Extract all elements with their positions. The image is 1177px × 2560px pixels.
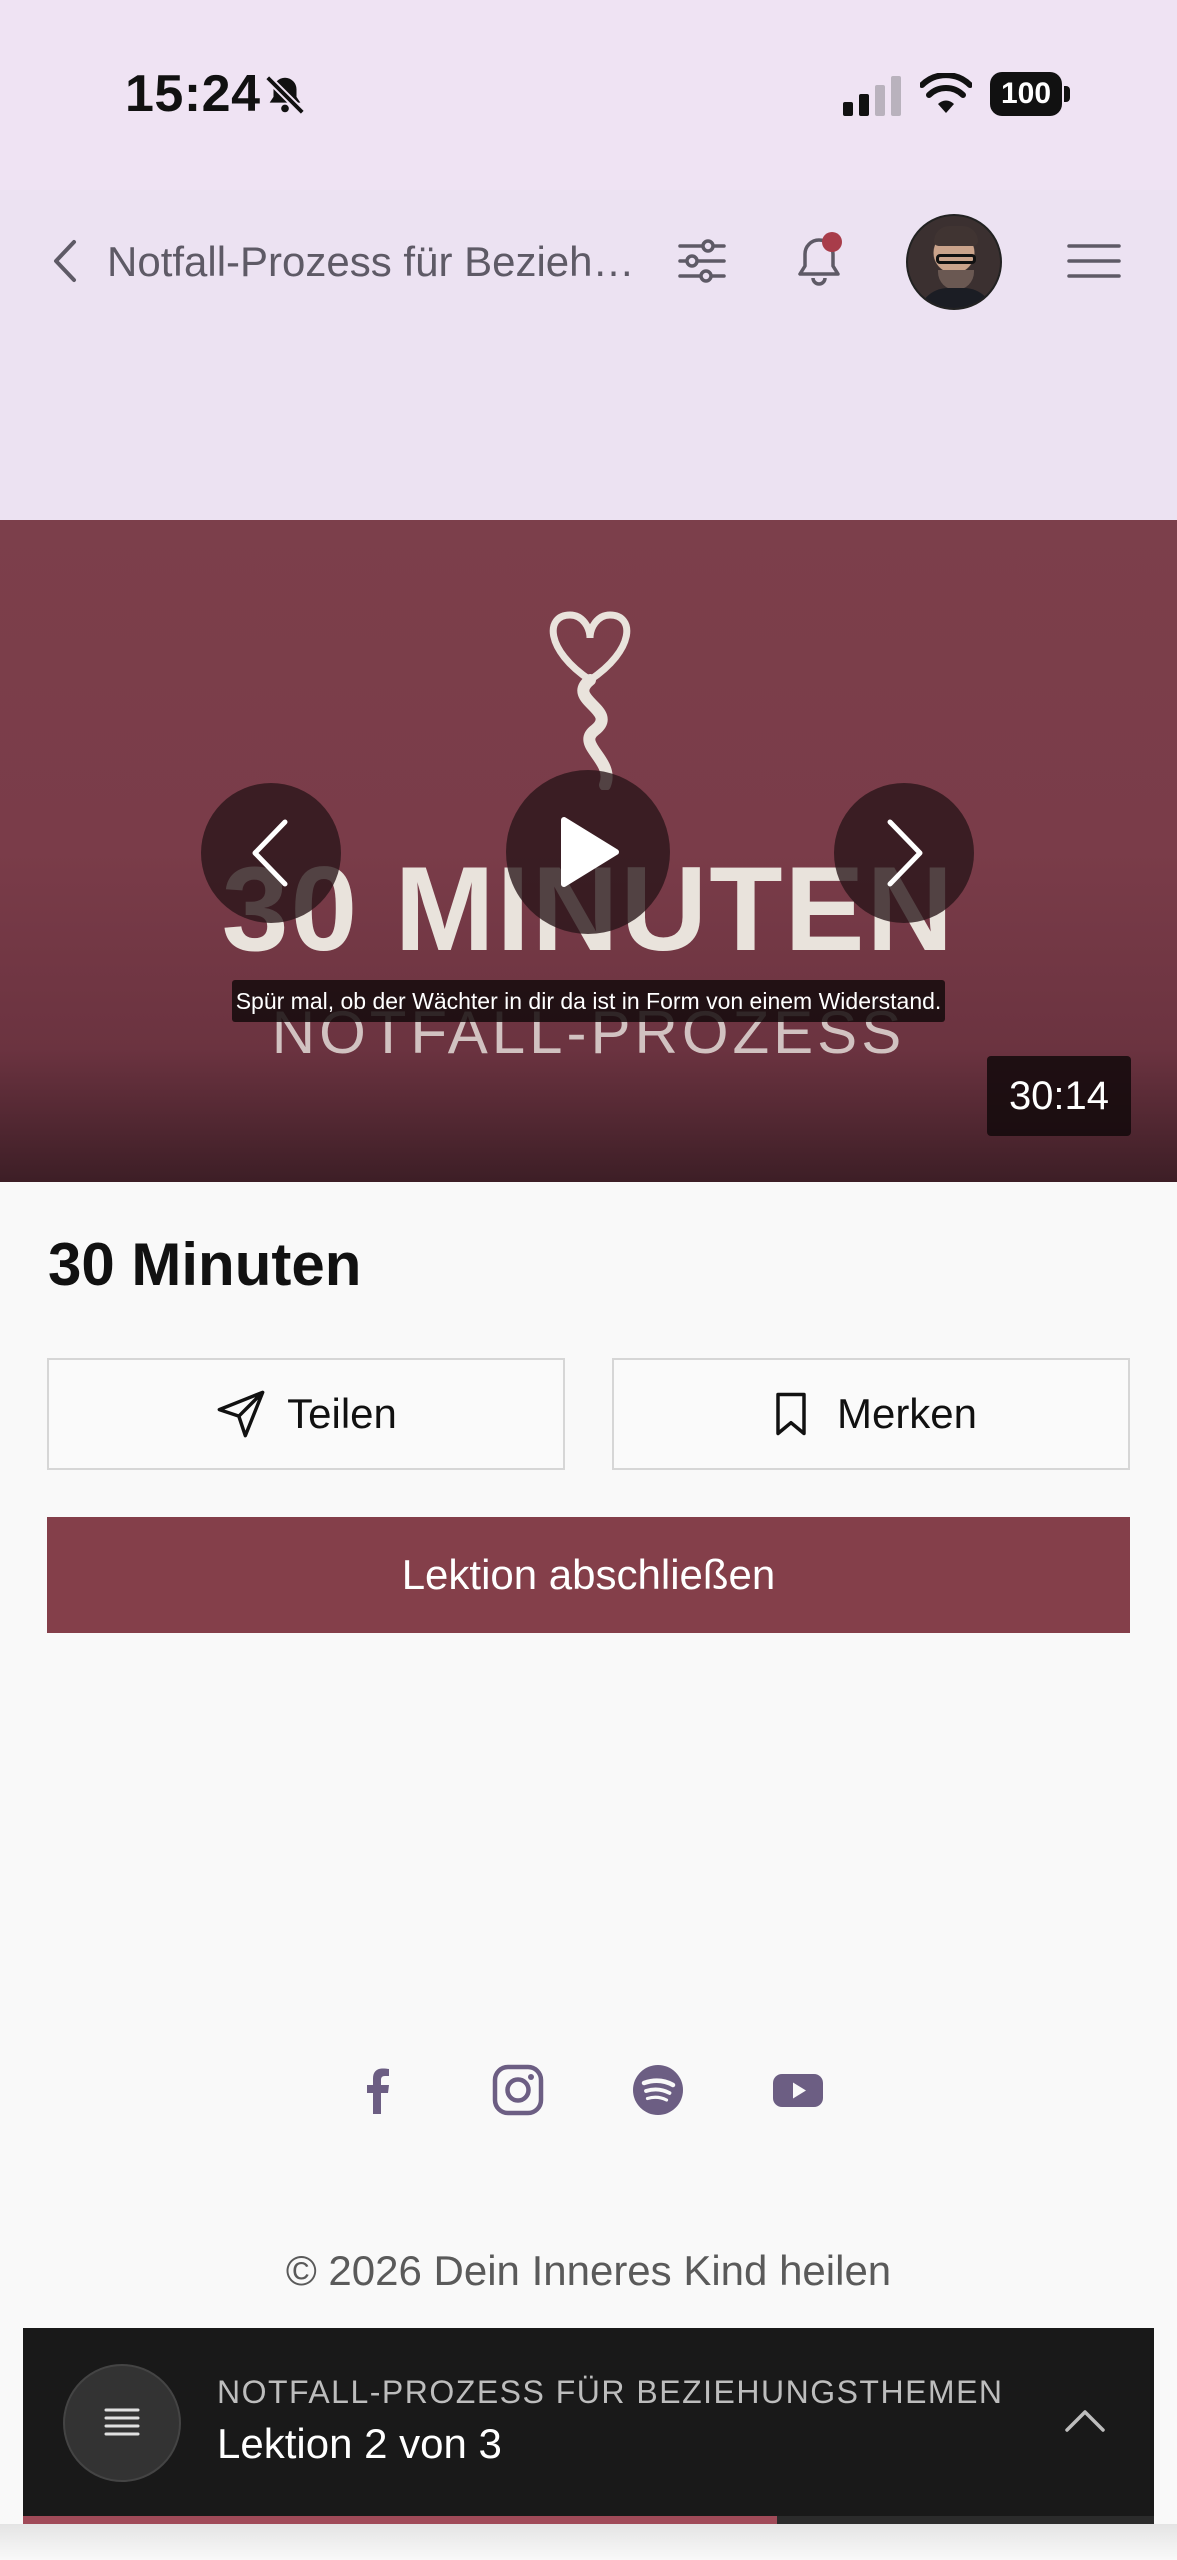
battery-nub (1064, 86, 1070, 102)
user-avatar[interactable] (906, 214, 1002, 310)
play-icon (561, 817, 619, 887)
facebook-icon[interactable] (350, 2062, 406, 2118)
video-player[interactable]: 30 MINUTEN NOTFALL-PROZESS Spür mal, ob … (0, 520, 1177, 1182)
back-chevron-icon[interactable] (48, 238, 82, 284)
course-progress-fill (23, 2516, 778, 2524)
avatar-hair (934, 226, 978, 246)
notification-bell-icon[interactable] (792, 230, 850, 292)
lesson-list-button[interactable] (63, 2364, 181, 2482)
send-icon (217, 1390, 265, 1438)
play-button[interactable] (506, 770, 670, 934)
bell-muted-icon (265, 75, 305, 115)
bottom-fade (0, 2524, 1177, 2560)
chevron-left-icon (252, 819, 288, 887)
previous-lesson-button[interactable] (201, 783, 341, 923)
youtube-icon[interactable] (770, 2062, 826, 2118)
bookmark-icon (776, 1392, 806, 1436)
course-progress-track (23, 2516, 1154, 2524)
lesson-progress-text: Lektion 2 von 3 (217, 2420, 502, 2467)
share-label: Teilen (287, 1390, 397, 1437)
video-caption: Spür mal, ob der Wächter in dir da ist i… (232, 980, 945, 1022)
course-progress-bar[interactable]: NOTFALL-PROZESS FÜR BEZIEHUNGSTHEMEN Lek… (23, 2328, 1154, 2522)
bookmark-button[interactable]: Merken (612, 1358, 1130, 1470)
chevron-right-icon (887, 819, 923, 887)
save-label: Merken (836, 1390, 978, 1437)
status-time: 15:24 (125, 65, 261, 123)
instagram-icon[interactable] (490, 2062, 546, 2118)
avatar-beard (938, 270, 974, 290)
video-duration: 30:14 (987, 1056, 1131, 1136)
page-title: Notfall-Prozess für Beziehungsthemen (107, 238, 637, 285)
copyright-text: © 2026 Dein Inneres Kind heilen (285, 2247, 892, 2294)
avatar-shirt (918, 288, 994, 308)
battery-indicator: 100 (990, 72, 1070, 116)
filter-sliders-icon[interactable] (676, 238, 728, 284)
top-navigation: Notfall-Prozess für Beziehungsthemen (0, 210, 1177, 310)
hamburger-menu-icon[interactable] (1066, 240, 1122, 282)
social-links (0, 2062, 1177, 2122)
battery-level: 100 (990, 72, 1062, 116)
course-name: NOTFALL-PROZESS FÜR BEZIEHUNGSTHEMEN (217, 2374, 1004, 2410)
signal-icon (843, 76, 901, 116)
spotify-icon[interactable] (630, 2062, 686, 2118)
share-button[interactable]: Teilen (47, 1358, 565, 1470)
next-lesson-button[interactable] (834, 783, 974, 923)
status-bar: 15:24 100 (0, 0, 1177, 190)
wifi-icon (920, 73, 972, 113)
chevron-up-icon[interactable] (1063, 2400, 1107, 2440)
heart-swirl-logo (549, 611, 631, 790)
list-icon (104, 2408, 140, 2436)
avatar-glasses (936, 254, 976, 264)
lesson-title: 30 Minuten (48, 1231, 362, 1298)
complete-lesson-button[interactable]: Lektion abschließen (47, 1517, 1130, 1633)
